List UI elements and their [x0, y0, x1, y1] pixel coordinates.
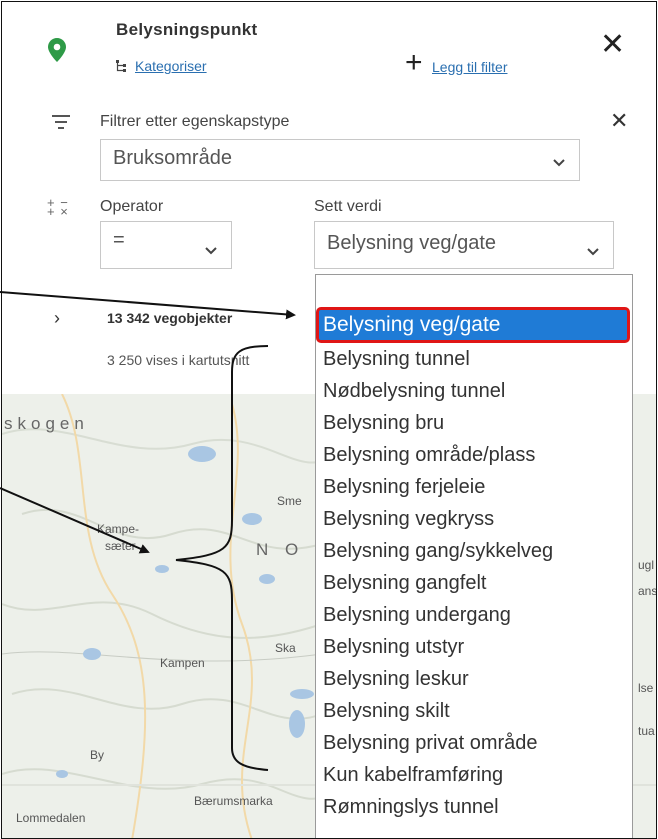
map-label: tua [638, 724, 655, 738]
dropdown-option[interactable]: Belysning utstyr [323, 633, 464, 661]
operator-select-value: = [113, 229, 125, 251]
dropdown-option[interactable]: Belysning gangfelt [323, 569, 486, 597]
categorize-link[interactable]: Kategoriser [135, 58, 207, 74]
dropdown-option[interactable]: Nødbelysning tunnel [323, 377, 505, 405]
hierarchy-icon [115, 59, 129, 76]
map-label: Bærumsmarka [194, 794, 273, 808]
close-icon[interactable]: ✕ [600, 30, 625, 60]
chevron-down-icon [587, 239, 599, 262]
chevron-right-icon[interactable]: › [54, 308, 60, 329]
close-filter-icon[interactable]: ✕ [610, 108, 628, 134]
map-label: Ska [275, 641, 296, 655]
dropdown-option[interactable]: Belysning privat område [323, 729, 538, 757]
property-type-select[interactable]: Bruksområde [100, 139, 580, 181]
map-label: lse [638, 681, 654, 695]
result-count: 13 342 vegobjekter [107, 310, 233, 326]
dropdown-option[interactable]: Kun kabelframføring [323, 761, 503, 789]
map-label: ugl [638, 558, 655, 572]
operator-select[interactable]: = [100, 221, 232, 269]
dropdown-option[interactable]: Belysning leskur [323, 665, 469, 693]
map-pin-icon [48, 38, 66, 67]
dropdown-option[interactable]: Belysning undergang [323, 601, 511, 629]
map-label: sæter [105, 539, 136, 553]
dropdown-option[interactable]: Belysning skilt [323, 697, 450, 725]
map-label: ans [638, 584, 657, 598]
layer-title: Belysningspunkt [116, 20, 258, 39]
property-select-value: Bruksområde [113, 147, 232, 169]
chevron-down-icon [205, 238, 217, 261]
shown-count: 3 250 vises i kartutsnitt [107, 352, 250, 368]
dropdown-option[interactable]: Belysning vegkryss [323, 505, 494, 533]
map-label: Lommedalen [16, 811, 86, 825]
add-filter-link[interactable]: Legg til filter [432, 59, 507, 75]
plus-icon[interactable]: + [405, 48, 423, 78]
dropdown-option[interactable]: Belysning bru [323, 409, 444, 437]
dropdown-option[interactable]: Belysning gang/sykkelveg [323, 537, 553, 565]
map-label: By [90, 748, 105, 762]
filter-label: Filtrer etter egenskapstype [100, 113, 290, 130]
map-label: Kampe- [97, 522, 140, 536]
map-label: skogen [4, 414, 89, 433]
chevron-down-icon [553, 150, 565, 173]
value-select[interactable]: Belysning veg/gate [314, 221, 614, 269]
map-label: Sme [277, 494, 302, 508]
set-value-label: Sett verdi [314, 198, 382, 215]
value-select-value: Belysning veg/gate [327, 232, 497, 254]
app-frame: Belysningspunkt Kategoriser + Legg til f… [1, 1, 657, 839]
map-label: N O [256, 540, 305, 559]
operator-label: Operator [100, 198, 164, 215]
dropdown-option[interactable]: Belysning tunnel [323, 345, 470, 373]
dropdown-option[interactable]: Rømningslys tunnel [323, 793, 499, 821]
dropdown-option[interactable]: Belysning ferjeleie [323, 473, 485, 501]
map-label: Kampen [160, 656, 205, 670]
plus-minus-times-icon: + − + × [47, 195, 69, 219]
value-dropdown-list: Belysning veg/gate Belysning tunnel Nødb… [315, 274, 633, 838]
filter-icon [52, 115, 70, 134]
dropdown-option-selected[interactable]: Belysning veg/gate [316, 307, 630, 343]
dropdown-option[interactable]: Belysning område/plass [323, 441, 535, 469]
